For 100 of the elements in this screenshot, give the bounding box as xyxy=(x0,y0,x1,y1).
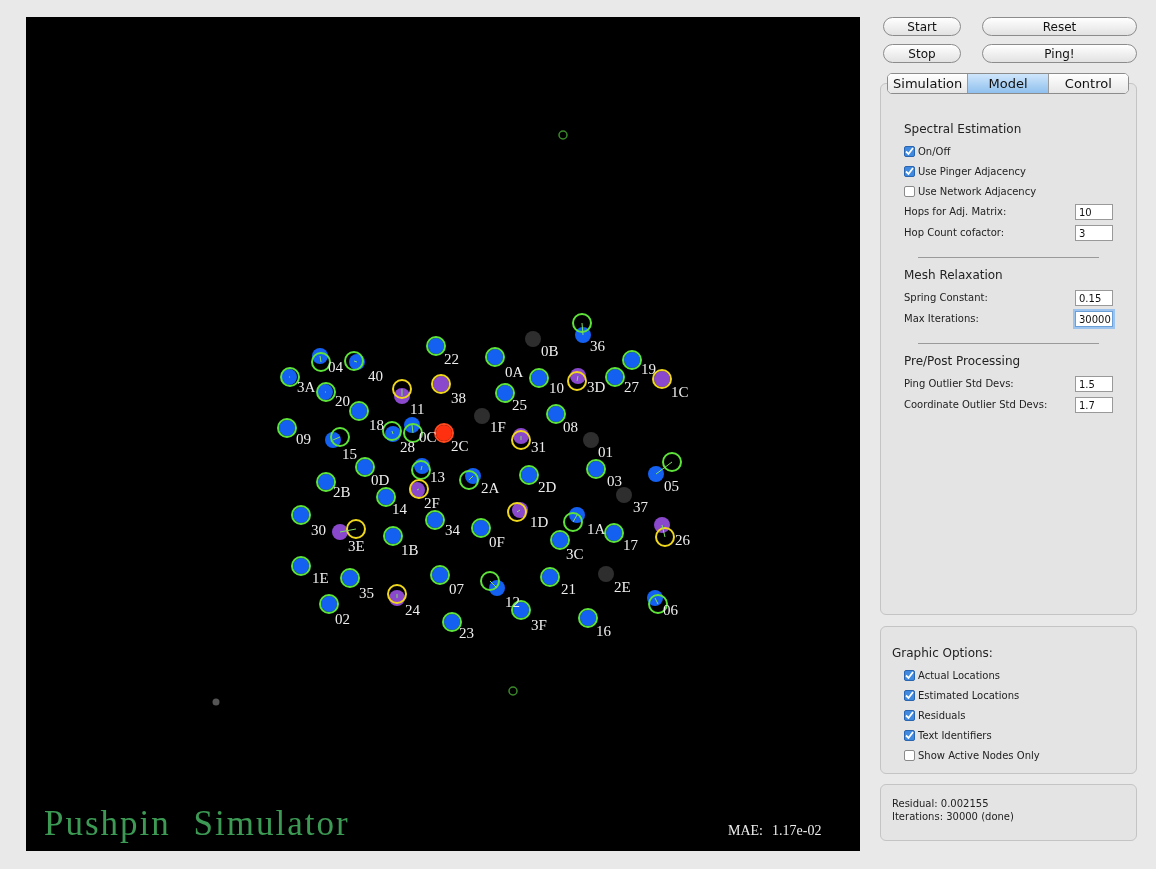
anchor-icon xyxy=(508,686,518,696)
node-marker xyxy=(525,331,541,347)
node-marker xyxy=(425,510,445,530)
tab[interactable]: Control xyxy=(1047,74,1128,93)
node-marker xyxy=(392,379,412,404)
node-label: 1C xyxy=(671,384,689,400)
node-marker xyxy=(459,468,481,490)
node-marker xyxy=(622,350,642,370)
node-label: 06 xyxy=(663,602,678,618)
node-label: 04 xyxy=(328,359,343,375)
toolbar-button[interactable]: Stop xyxy=(883,44,961,63)
checkbox-label: On/Off xyxy=(918,144,951,159)
checkbox[interactable] xyxy=(904,709,915,721)
input-field[interactable]: 30000 xyxy=(1075,310,1113,327)
input-field[interactable]: 10 xyxy=(1075,203,1113,220)
node-marker xyxy=(586,459,606,479)
checkbox-label: Text Identifiers xyxy=(918,728,992,743)
node-label: 01 xyxy=(598,444,613,460)
node-label: 2C xyxy=(451,438,469,454)
node-label: 21 xyxy=(561,581,576,597)
node-marker xyxy=(349,401,369,421)
node-label: 12 xyxy=(505,594,520,610)
node-label: 31 xyxy=(531,439,546,455)
checkbox[interactable] xyxy=(904,729,915,741)
node-label: 38 xyxy=(451,390,466,406)
node-marker xyxy=(563,507,585,532)
checkbox-label: Estimated Locations xyxy=(918,688,1020,703)
node-label: 17 xyxy=(623,537,638,553)
section-title: Mesh Relaxation xyxy=(904,267,1004,284)
input-field[interactable]: 1.7 xyxy=(1075,396,1113,413)
section-title: Spectral Estimation xyxy=(904,121,1023,138)
node-label: 1E xyxy=(312,570,329,586)
input-field[interactable]: 0.15 xyxy=(1075,289,1113,306)
node-marker xyxy=(471,518,491,538)
node-marker xyxy=(344,351,365,371)
node-marker xyxy=(319,594,339,614)
node-label: 23 xyxy=(459,625,474,641)
node-marker xyxy=(340,568,360,588)
node-marker xyxy=(382,421,402,442)
node-marker xyxy=(291,505,311,525)
toolbar-button[interactable]: Reset xyxy=(982,17,1137,36)
node-label: 2E xyxy=(614,579,631,595)
field-label: Hop Count cofactor: xyxy=(904,226,1005,240)
node-label: 05 xyxy=(664,478,679,494)
section-title: Pre/Post Processing xyxy=(904,353,1022,370)
node-marker xyxy=(583,432,599,448)
node-label: 0C xyxy=(419,429,437,445)
app-title: Pushpin Simulator xyxy=(44,804,350,843)
node-marker xyxy=(546,404,566,424)
node-label: 40 xyxy=(368,368,383,384)
checkbox[interactable] xyxy=(904,669,915,681)
checkbox[interactable] xyxy=(904,689,915,701)
checkbox-label: Residuals xyxy=(918,708,966,723)
node-label: 13 xyxy=(430,469,445,485)
node-label: 10 xyxy=(549,380,564,396)
node-marker xyxy=(648,452,682,482)
field-label: Coordinate Outlier Std Devs: xyxy=(904,398,1048,412)
node-marker xyxy=(550,530,570,550)
node-label: 36 xyxy=(590,338,605,354)
node-label: 1B xyxy=(401,542,419,558)
section-title: Graphic Options: xyxy=(892,645,994,662)
tab[interactable]: Simulation xyxy=(888,74,968,93)
checkbox-label: Actual Locations xyxy=(918,668,1000,683)
field-label: Ping Outlier Std Devs: xyxy=(904,377,1014,391)
node-label: 09 xyxy=(296,431,311,447)
checkbox[interactable] xyxy=(904,165,915,177)
node-label: 2F xyxy=(424,495,440,511)
node-label: 1F xyxy=(490,419,506,435)
field-label: Hops for Adj. Matrix: xyxy=(904,205,1007,219)
field-label: Spring Constant: xyxy=(904,291,988,305)
node-marker xyxy=(578,608,598,628)
node-marker xyxy=(572,313,592,343)
checkbox[interactable] xyxy=(904,749,915,761)
node-label: 2A xyxy=(481,480,500,496)
input-field[interactable]: 1.5 xyxy=(1075,375,1113,392)
anchor-icon xyxy=(558,130,568,140)
input-field[interactable]: 3 xyxy=(1075,224,1113,241)
checkbox[interactable] xyxy=(904,145,915,157)
status-text: Residual: 0.002155 xyxy=(892,797,990,810)
toolbar-button[interactable]: Start xyxy=(883,17,961,36)
node-label: 15 xyxy=(342,446,357,462)
node-marker xyxy=(511,428,531,450)
node-label: 3F xyxy=(531,617,547,633)
node-marker xyxy=(604,523,624,543)
node-label: 03 xyxy=(607,473,622,489)
point-icon xyxy=(212,698,220,706)
toolbar-button[interactable]: Ping! xyxy=(982,44,1137,63)
node-marker xyxy=(332,519,366,540)
node-marker xyxy=(605,367,625,387)
node-label: 1A xyxy=(587,521,606,537)
node-marker xyxy=(430,565,450,585)
node-label: 1D xyxy=(530,514,549,530)
tab[interactable]: Model xyxy=(967,74,1048,93)
node-label: 20 xyxy=(335,393,350,409)
checkbox-label: Show Active Nodes Only xyxy=(918,748,1040,763)
checkbox[interactable] xyxy=(904,185,915,197)
node-label: 34 xyxy=(445,522,460,538)
mae-label: MAE: xyxy=(728,823,763,838)
node-label: 07 xyxy=(449,581,464,597)
node-marker xyxy=(616,487,632,503)
